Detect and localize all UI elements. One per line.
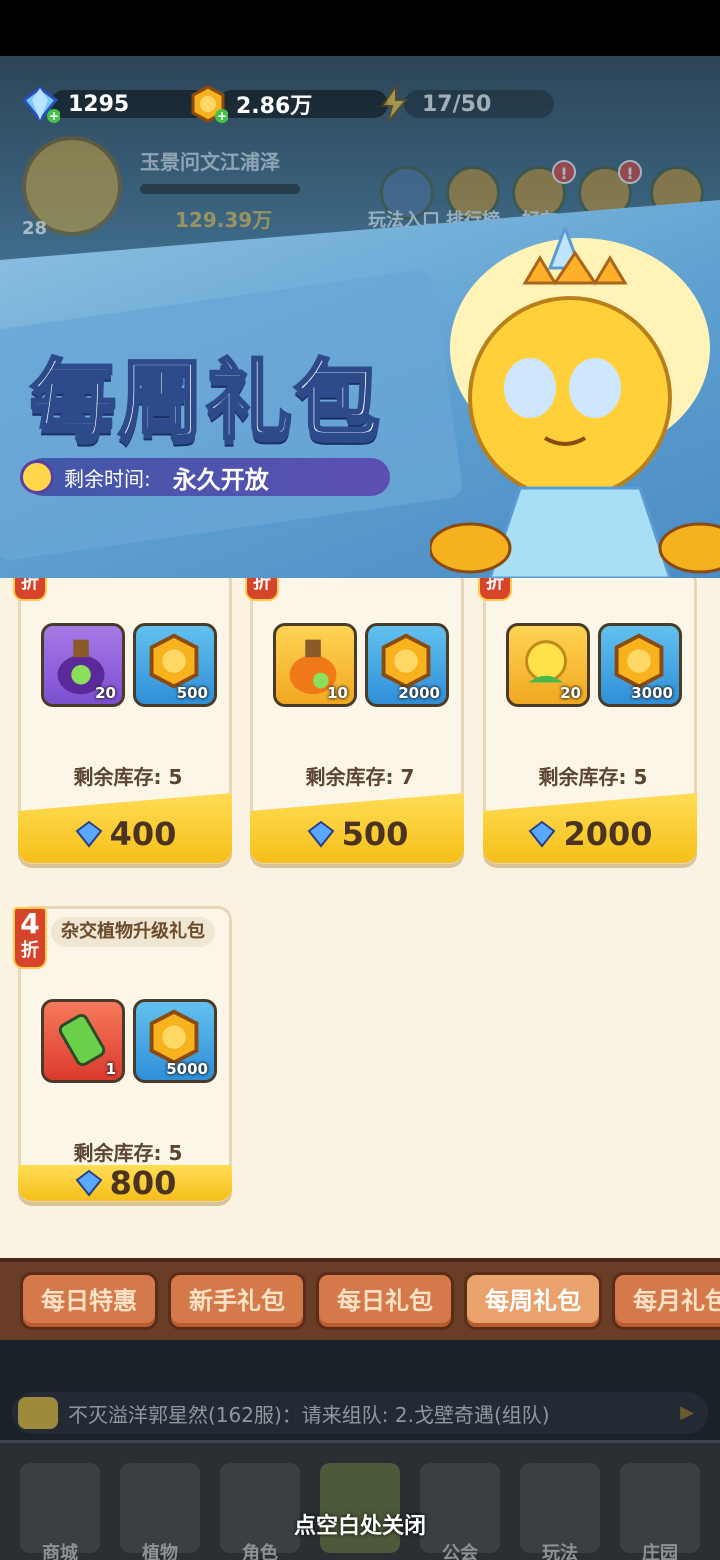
price-amount: 800 xyxy=(109,1164,177,1202)
discount-text: 折 xyxy=(21,578,39,593)
bottom-nav: 商城 植物 角色 公会 玩法 庄园 xyxy=(0,1440,720,1560)
potion-purple-icon[interactable]: 20 xyxy=(41,623,125,707)
green-battery-icon[interactable]: 1 xyxy=(41,999,125,1083)
badge-icon: ! xyxy=(618,160,642,184)
timer-label: 剩余时间: xyxy=(64,466,151,491)
stock-label: 剩余库存: 5 xyxy=(73,1141,183,1165)
price-button[interactable]: 2000 xyxy=(483,793,697,863)
nav-label: 植物 xyxy=(142,1543,178,1560)
item-qty: 1 xyxy=(105,1060,116,1078)
gold-coin-icon[interactable]: 2000 xyxy=(365,623,449,707)
pack-card[interactable]: 折 20 500 剩余库存: 5 400 xyxy=(13,578,232,864)
player-name: 玉景问文江浦泽 xyxy=(140,150,280,174)
price-button[interactable]: 800 xyxy=(18,1164,232,1202)
pack-card[interactable]: 折 20 3000 剩余库存: 5 2000 xyxy=(478,578,697,864)
badge-icon: ! xyxy=(552,160,576,184)
nav-label: 玩法 xyxy=(542,1543,578,1560)
tab-newbie-pack[interactable]: 新手礼包 xyxy=(168,1272,306,1330)
coin-icon: + xyxy=(191,85,228,123)
coin-counter[interactable]: + 2.86万 xyxy=(188,84,388,124)
price-amount: 500 xyxy=(341,815,409,853)
screen: + 1295 + 2.86万 17/50 28 玉景问文江浦泽 129.39万 … xyxy=(0,0,720,1560)
item-qty: 3000 xyxy=(631,684,673,702)
item-qty: 20 xyxy=(95,684,116,702)
player-exp-bar xyxy=(140,184,300,194)
stamina-counter[interactable]: 17/50 xyxy=(374,84,554,124)
discount-text: 折 xyxy=(21,940,39,961)
item-qty: 10 xyxy=(327,684,348,702)
timer-pill: 剩余时间: 永久开放 xyxy=(20,458,390,496)
nav-label: 商城 xyxy=(42,1543,78,1560)
nav-label: 公会 xyxy=(442,1543,478,1560)
status-bar xyxy=(0,0,720,56)
discount-text: 折 xyxy=(486,578,504,593)
gem-icon xyxy=(75,1169,103,1197)
close-hint[interactable]: 点空白处关闭 xyxy=(0,1508,720,1540)
item-qty: 2000 xyxy=(398,684,440,702)
nav-label: 角色 xyxy=(242,1543,278,1560)
pack-list: 折 20 500 剩余库存: 5 400 折 10 2000 剩余库存: 7 5… xyxy=(0,578,720,1258)
nav-label: 庄园 xyxy=(642,1543,678,1560)
stock-label: 剩余库存: 7 xyxy=(305,765,415,789)
chat-message: 不灭溢洋郭星然(162服)：请来组队: 2.戈壁奇遇(组队) xyxy=(68,1402,550,1427)
price-button[interactable]: 400 xyxy=(18,793,232,863)
price-amount: 2000 xyxy=(563,815,653,853)
timer-value: 永久开放 xyxy=(172,465,269,494)
banner-title: 每周礼包 xyxy=(29,350,382,453)
discount-number: 4 xyxy=(20,907,40,940)
pack-name: 杂交植物升级礼包 xyxy=(51,917,215,947)
gem-icon xyxy=(307,820,335,848)
item-qty: 20 xyxy=(560,684,581,702)
stock-label: 剩余库存: 5 xyxy=(73,765,183,789)
lightning-icon xyxy=(380,84,409,123)
discount-tag: 折 xyxy=(13,578,47,601)
character-illustration xyxy=(430,228,720,578)
stock-label: 剩余库存: 5 xyxy=(538,765,648,789)
price-button[interactable]: 500 xyxy=(250,793,464,863)
gem-icon xyxy=(75,820,103,848)
discount-text: 折 xyxy=(253,578,271,593)
item-qty: 500 xyxy=(176,684,208,702)
chat-icon xyxy=(18,1397,58,1429)
gem-icon xyxy=(529,820,556,848)
discount-tag: 折 xyxy=(245,578,279,601)
tab-daily-deal[interactable]: 每日特惠 xyxy=(20,1272,158,1330)
pack-tabs: 每日特惠 新手礼包 每日礼包 每周礼包 每月礼包 xyxy=(0,1258,720,1340)
discount-tag: 折 xyxy=(478,578,512,601)
tab-weekly-pack[interactable]: 每周礼包 xyxy=(464,1272,602,1330)
gold-coin-icon[interactable]: 500 xyxy=(133,623,217,707)
svg-text:+: + xyxy=(49,109,59,123)
svg-text:+: + xyxy=(217,109,227,123)
chat-bar[interactable]: 不灭溢洋郭星然(162服)：请来组队: 2.戈壁奇遇(组队) ▶ xyxy=(12,1392,708,1434)
pack-card[interactable]: 4 折 杂交植物升级礼包 1 5000 剩余库存: 5 800 xyxy=(13,906,232,1202)
gem-counter[interactable]: + 1295 xyxy=(20,84,210,124)
tab-daily-pack[interactable]: 每日礼包 xyxy=(316,1272,454,1330)
gold-coin-icon[interactable]: 3000 xyxy=(598,623,682,707)
golden-flower-icon[interactable]: 20 xyxy=(506,623,590,707)
player-level: 28 xyxy=(22,218,48,239)
tab-monthly-pack[interactable]: 每月礼包 xyxy=(612,1272,720,1330)
arrow-right-icon: ▶ xyxy=(680,1402,694,1423)
item-qty: 5000 xyxy=(166,1060,208,1078)
potion-orange-icon[interactable]: 10 xyxy=(273,623,357,707)
stamina-count: 17/50 xyxy=(422,91,492,117)
clock-icon xyxy=(20,460,54,494)
player-power: 129.39万 xyxy=(175,208,273,232)
gem-icon: + xyxy=(21,86,60,123)
gold-coin-icon[interactable]: 5000 xyxy=(133,999,217,1083)
discount-tag: 4 折 xyxy=(13,907,47,969)
price-amount: 400 xyxy=(109,815,177,853)
coin-count: 2.86万 xyxy=(236,94,313,119)
pack-card[interactable]: 折 10 2000 剩余库存: 7 500 xyxy=(245,578,464,864)
gem-count: 1295 xyxy=(68,91,130,117)
